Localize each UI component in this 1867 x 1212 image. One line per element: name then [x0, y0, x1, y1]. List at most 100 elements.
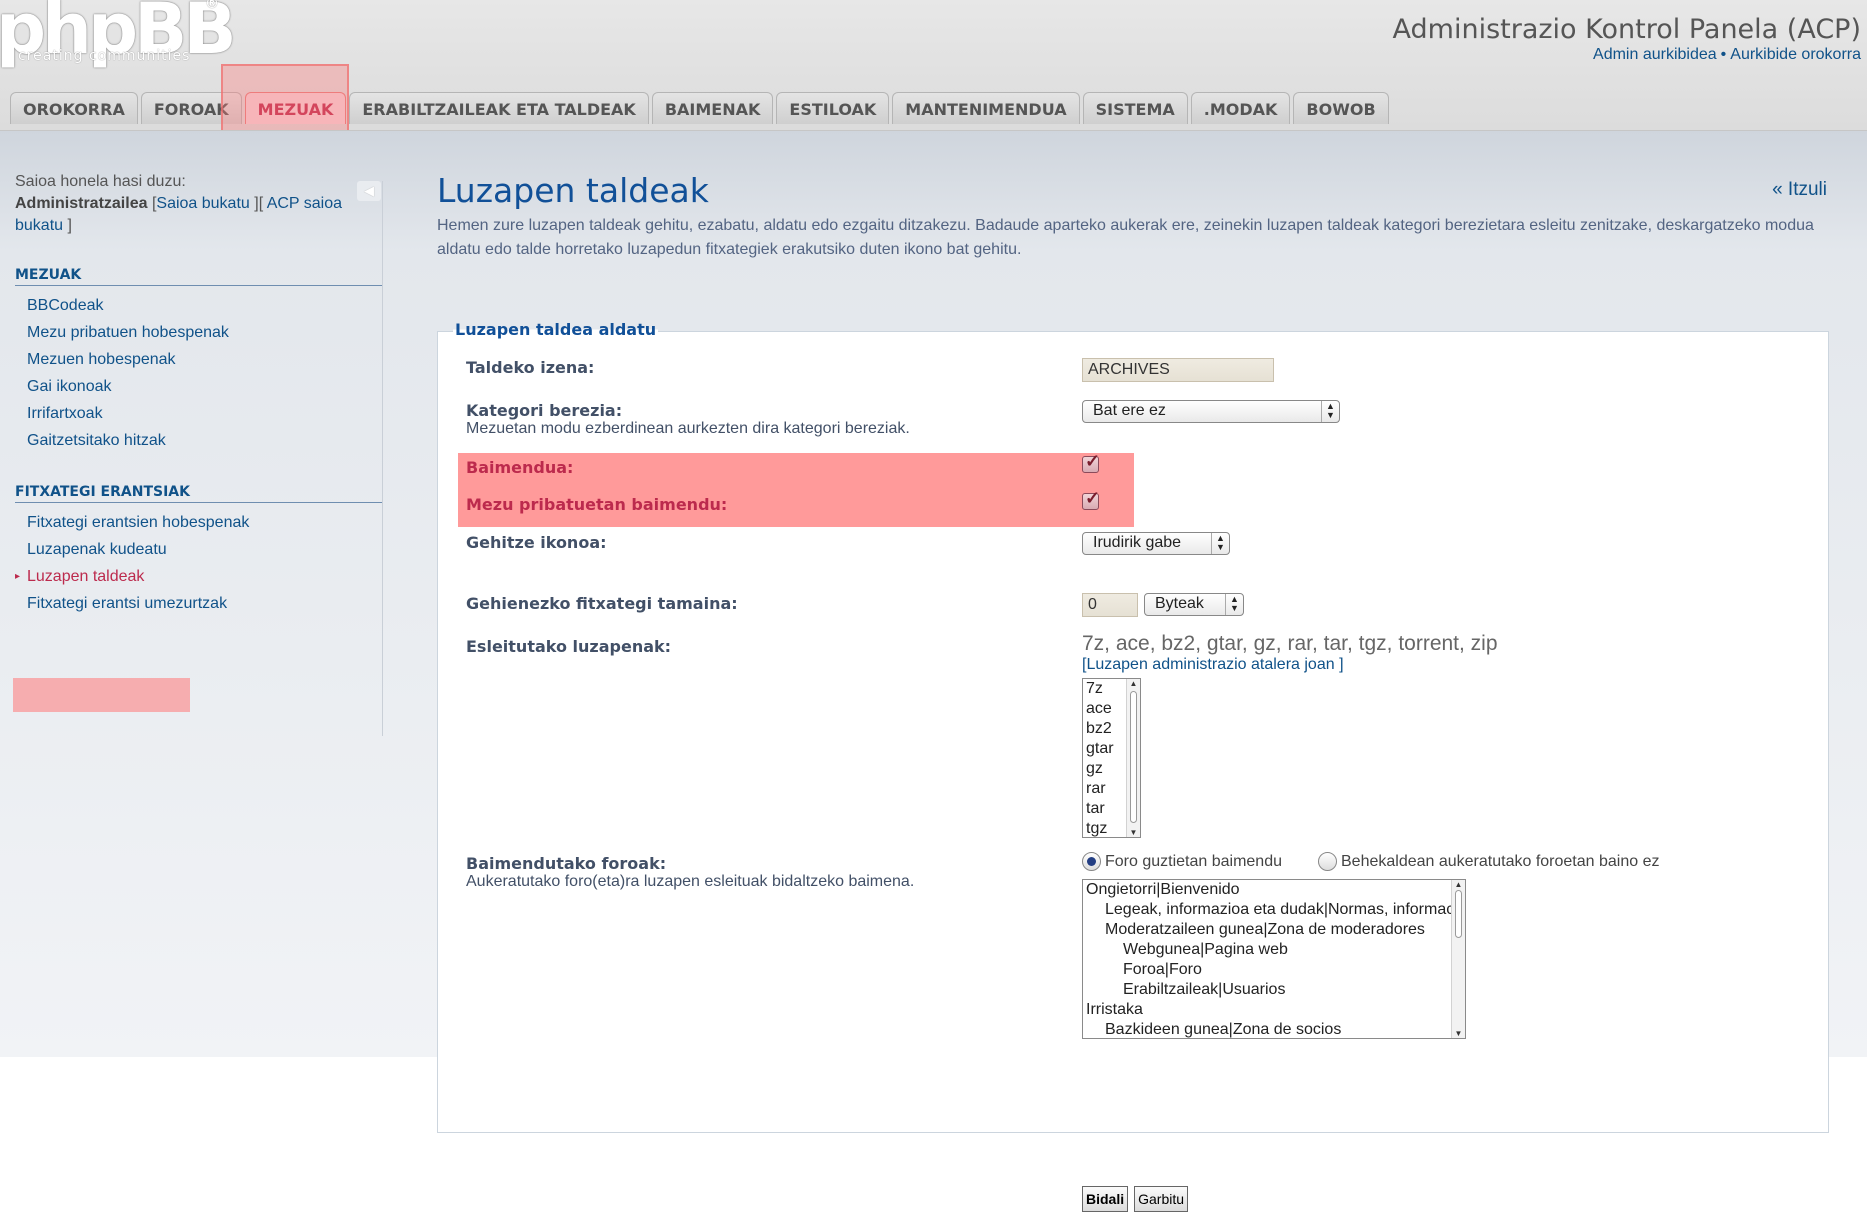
listbox-scrollbar[interactable]: ▲ ▼: [1451, 880, 1465, 1038]
extensions-listbox[interactable]: 7z ace bz2 gtar gz rar tar tgz ▲ ▼: [1082, 678, 1141, 838]
row-allowed-pm: Mezu pribatuetan baimendu:: [466, 495, 727, 514]
board-index-link[interactable]: Aurkibide orokorra: [1730, 46, 1861, 63]
link-separator: •: [1720, 46, 1727, 63]
row-assigned-extensions: Esleitutako luzapenak:: [466, 637, 671, 656]
username: Administratzailea: [15, 195, 148, 212]
allowed-pm-label: Mezu pribatuetan baimendu:: [466, 495, 728, 514]
login-prefix: Saioa honela hasi duzu:: [15, 173, 186, 190]
assigned-extensions-label: Esleitutako luzapenak:: [466, 637, 672, 656]
scroll-thumb[interactable]: [1130, 691, 1137, 823]
list-item[interactable]: Erabiltzaileak|Usuarios: [1083, 980, 1465, 1000]
page-description: Hemen zure luzapen taldeak gehitu, ezaba…: [437, 217, 1814, 258]
allowed-label: Baimendua:: [466, 458, 574, 477]
menu-item-attachment-settings[interactable]: Fitxategi erantsien hobespenak: [15, 509, 382, 536]
scroll-thumb[interactable]: [1455, 890, 1462, 938]
radio-all-forums[interactable]: [1082, 852, 1101, 871]
special-category-select[interactable]: Bat ere ez ▲ ▼: [1082, 400, 1340, 423]
extensions-link-wrapper: [Luzapen administrazio atalera joan ]: [1082, 656, 1498, 674]
submit-button[interactable]: Bidali: [1082, 1186, 1129, 1212]
page-body: ◀ Saioa honela hasi duzu: Administratzai…: [0, 130, 1867, 1212]
allowed-forums-label: Baimendutako foroak:: [466, 854, 667, 873]
menu-item-orphan-attachments[interactable]: Fitxategi erantsi umezurtzak: [15, 590, 382, 617]
list-item[interactable]: Foroa|Foro: [1083, 960, 1465, 980]
upload-icon-value: Irudirik gabe: [1093, 534, 1182, 551]
menu-item-smilies[interactable]: Irrifartxoak: [15, 400, 382, 427]
max-filesize-label: Gehienezko fitxategi tamaina:: [466, 594, 738, 613]
row-allowed-forums: Baimendutako foroak: Aukeratutako foro(e…: [466, 854, 914, 891]
login-info: Saioa honela hasi duzu: Administratzaile…: [15, 171, 382, 237]
main-tabs: OROKORRA FOROAK MEZUAK ERABILTZAILEAK ET…: [10, 92, 1389, 124]
list-item[interactable]: Ongietorri|Bienvenido: [1083, 880, 1465, 900]
group-name-input[interactable]: [1082, 358, 1274, 382]
special-category-explain: Mezuetan modu ezberdinean aurkezten dira…: [466, 420, 910, 437]
tab-posting[interactable]: MEZUAK: [244, 92, 347, 124]
group-name-label: Taldeko izena:: [466, 358, 595, 377]
admin-index-link[interactable]: Admin aurkibidea: [1593, 46, 1717, 63]
row-group-name: Taldeko izena:: [466, 358, 594, 377]
scroll-up-icon[interactable]: ▲: [1127, 679, 1140, 688]
scroll-up-icon[interactable]: ▲: [1452, 880, 1465, 889]
menu-item-manage-extensions[interactable]: Luzapenak kudeatu: [15, 536, 382, 563]
select-arrows-icon: ▲ ▼: [1211, 533, 1229, 554]
check-icon: ✓: [1085, 451, 1101, 471]
menu-item-word-censoring[interactable]: Gaitzetsitako hitzak: [15, 427, 382, 454]
active-arrow-icon: ▸: [15, 571, 21, 582]
row-special-category: Kategori berezia: Mezuetan modu ezberdin…: [466, 401, 910, 438]
menu-item-bbcodes[interactable]: BBCodeak: [15, 292, 382, 319]
reset-button[interactable]: Garbitu: [1134, 1186, 1189, 1212]
back-link[interactable]: « Itzuli: [1772, 179, 1827, 201]
row-upload-icon: Gehitze ikonoa:: [466, 533, 607, 552]
scroll-down-icon[interactable]: ▼: [1127, 828, 1140, 837]
tab-permissions[interactable]: BAIMENAK: [651, 92, 774, 124]
menu-heading-posting: MEZUAK: [15, 267, 382, 286]
forums-listbox[interactable]: Ongietorri|Bienvenido Legeak, informazio…: [1082, 879, 1466, 1039]
listbox-scrollbar[interactable]: ▲ ▼: [1126, 679, 1140, 837]
radio-all-forums-label: Foro guztietan baimendu: [1105, 852, 1282, 870]
list-item[interactable]: Irristaka: [1083, 1000, 1465, 1020]
tab-maintenance[interactable]: MANTENIMENDUA: [892, 92, 1080, 124]
fieldset-legend: Luzapen taldea aldatu: [453, 320, 659, 339]
menu-item-post-settings[interactable]: Mezuen hobespenak: [15, 346, 382, 373]
scroll-down-icon[interactable]: ▼: [1452, 1029, 1465, 1038]
tab-forums[interactable]: FOROAK: [140, 92, 242, 124]
main-content: Luzapen taldeak « Itzuli Hemen zure luza…: [437, 171, 1829, 1212]
tab-system[interactable]: SISTEMA: [1082, 92, 1188, 124]
max-filesize-input[interactable]: [1082, 593, 1138, 617]
tab-general[interactable]: OROKORRA: [10, 92, 138, 124]
tab-mods[interactable]: .MODAK: [1190, 92, 1291, 124]
allowed-checkbox[interactable]: ✓: [1082, 451, 1100, 473]
tab-styles[interactable]: ESTILOAK: [776, 92, 890, 124]
bracket-close: ]: [67, 217, 72, 234]
list-item[interactable]: Legeak, informazioa eta dudak|Normas, in…: [1083, 900, 1465, 920]
phpbb-logo[interactable]: phpBB ® creating communities: [0, 0, 237, 70]
check-icon: ✓: [1085, 488, 1101, 508]
list-item[interactable]: Bazkideen gunea|Zona de socios: [1083, 1020, 1465, 1038]
logo-tagline: creating communities: [18, 48, 191, 64]
forum-scope-radios: Foro guztietan baimendu Behekaldean auke…: [1082, 852, 1659, 871]
menu-item-extension-groups[interactable]: ▸ Luzapen taldeak: [15, 563, 382, 590]
logout-link[interactable]: Saioa bukatu: [156, 195, 249, 212]
edit-group-fieldset: Luzapen taldea aldatu Taldeko izena: Kat…: [437, 320, 1829, 1212]
upload-icon-select[interactable]: Irudirik gabe ▲ ▼: [1082, 532, 1230, 555]
upload-icon-label: Gehitze ikonoa:: [466, 533, 607, 552]
allowed-forums-explain: Aukeratutako foro(eta)ra luzapen esleitu…: [466, 873, 915, 890]
radio-selected-forums[interactable]: [1318, 852, 1337, 871]
allowed-pm-checkbox[interactable]: ✓: [1082, 488, 1100, 510]
list-item[interactable]: Webgunea|Pagina web: [1083, 940, 1465, 960]
logo-registered-mark: ®: [205, 0, 219, 12]
extensions-admin-link[interactable]: Luzapen administrazio atalera joan: [1086, 656, 1334, 673]
tab-users-groups[interactable]: ERABILTZAILEAK ETA TALDEAK: [349, 92, 649, 124]
acp-title: Administrazio Kontrol Panela (ACP): [1392, 14, 1861, 45]
menu-item-topic-icons[interactable]: Gai ikonoak: [15, 373, 382, 400]
select-arrows-icon: ▲ ▼: [1321, 401, 1339, 422]
bracket-mid: ][: [254, 195, 264, 212]
ext-link-close: ]: [1339, 656, 1344, 673]
row-allowed: Baimendua:: [466, 458, 573, 477]
filesize-unit-select[interactable]: Byteak ▲ ▼: [1144, 593, 1244, 616]
active-item-highlight-overlay: [13, 678, 190, 712]
header: phpBB ® creating communities Administraz…: [0, 0, 1867, 150]
special-category-value: Bat ere ez: [1093, 402, 1166, 419]
menu-item-pm-settings[interactable]: Mezu pribatuen hobespenak: [15, 319, 382, 346]
tab-bowob[interactable]: BOWOB: [1293, 92, 1389, 124]
list-item[interactable]: Moderatzaileen gunea|Zona de moderadores: [1083, 920, 1465, 940]
